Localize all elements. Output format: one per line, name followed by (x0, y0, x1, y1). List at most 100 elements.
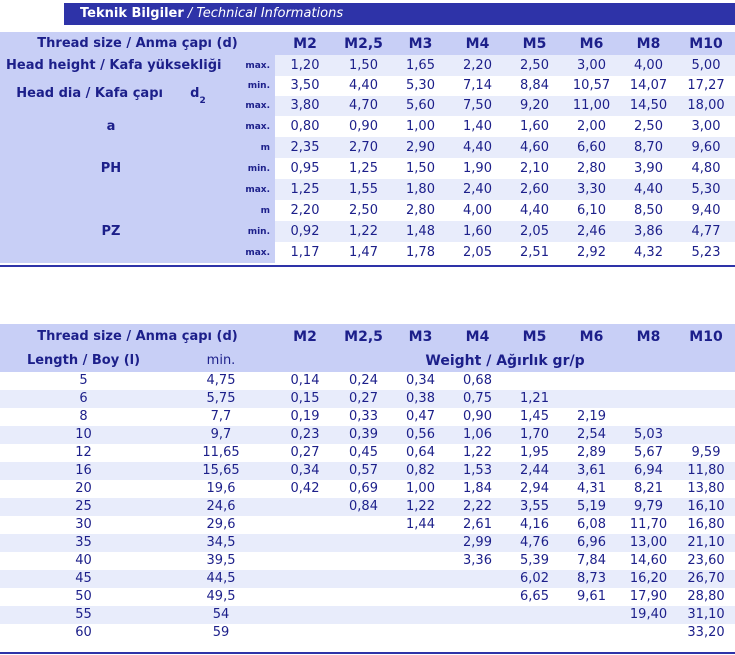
weight-cell (677, 426, 735, 444)
weight-cell: 2,94 (520, 481, 549, 496)
length-label: Length / Boy (l) (0, 349, 167, 372)
t1-cell: 2,50 (349, 202, 378, 218)
t1-cell: 2,05 (463, 244, 492, 260)
weight-cell: 1,21 (506, 390, 564, 408)
t1-cell: 1,65 (392, 55, 450, 76)
weight-cell (620, 624, 677, 642)
t1-cell: 1,22 (335, 221, 393, 242)
head-height-symbol: k (221, 58, 222, 73)
weight-cell: 14,60 (629, 553, 668, 568)
weight-cell: 33,20 (687, 625, 725, 640)
weight-cell: 0,23 (275, 426, 336, 444)
table-row: 10 9,7 0,23 0,39 0,56 1,06 1,70 2,54 5,03 (0, 426, 735, 444)
weight-cell: 0,34 (275, 462, 336, 480)
weight-cell: 0,39 (335, 426, 393, 444)
weight-cell (506, 624, 563, 642)
t1-cell: 3,00 (563, 55, 621, 76)
t1-cell: 2,46 (563, 221, 621, 242)
weight-cell (392, 588, 449, 606)
weight-cell: 5,19 (563, 498, 621, 516)
table-row: 30 29,6 1,44 2,61 4,16 6,08 11,70 16,80 (0, 516, 735, 534)
t1-qualifier: max. (222, 55, 276, 76)
t1-cell: 3,86 (620, 221, 678, 242)
t1-cell: 1,60 (520, 118, 549, 134)
t1-cell: 1,17 (290, 244, 320, 260)
weight-cell: 6,65 (520, 589, 549, 604)
t1-cell: 8,84 (520, 78, 549, 93)
weight-cell: 3,61 (563, 462, 621, 480)
t1-cell: 2,80 (406, 202, 435, 218)
weight-cell: 17,90 (629, 589, 668, 604)
t2-size-header: M2 (275, 324, 336, 349)
t1-cell: 9,20 (506, 96, 564, 116)
min-length-cell: 34,5 (167, 534, 276, 552)
min-length-cell: 7,7 (210, 409, 232, 424)
t2-subheader-row: Length / Boy (l) min. Weight / Ağırlık g… (0, 349, 735, 372)
weight-cell: 0,19 (290, 409, 320, 424)
t1-cell: 11,00 (563, 96, 621, 116)
t1-size-header: M8 (620, 32, 678, 55)
t1-cell: 9,40 (691, 202, 721, 218)
t2-size-header: M3 (392, 324, 450, 349)
t1-cell: 4,40 (620, 179, 678, 200)
length-cell: 55 (0, 606, 167, 624)
t1-qualifier: min. (222, 76, 276, 96)
table-row: 55 54 19,40 31,10 (0, 606, 735, 624)
weight-cell: 1,53 (449, 462, 507, 480)
weight-cell: 1,22 (392, 498, 450, 516)
t1-row-pz-m: PZ m 2,20 2,50 2,80 4,00 4,40 6,10 8,50 … (0, 200, 735, 263)
weight-cell: 4,31 (577, 481, 606, 496)
weight-cell: 26,70 (677, 570, 735, 588)
weight-cell (275, 570, 336, 588)
length-cell: 6 (0, 390, 167, 408)
weight-cell (677, 408, 735, 426)
table-row: 25 24,6 0,84 1,22 2,22 3,55 5,19 9,79 16,10 (0, 498, 735, 516)
t1-cell: 8,70 (620, 137, 678, 158)
weight-cell (335, 570, 393, 588)
technical-table: Thread size / Anma çapı (d) M2 M2,5 M3 M… (0, 32, 735, 263)
t1-cell: 4,32 (634, 244, 663, 260)
weight-cell: 0,57 (335, 462, 393, 480)
weight-cell (620, 408, 677, 426)
weight-cell (335, 606, 393, 624)
weight-cell: 0,33 (349, 409, 378, 424)
weight-cell: 21,10 (677, 534, 735, 552)
t1-cell: 6,10 (577, 202, 606, 218)
t1-cell: 10,57 (572, 78, 611, 93)
t1-cell: 1,80 (392, 179, 450, 200)
weight-cell (275, 534, 336, 552)
t1-cell: 1,50 (406, 160, 435, 176)
weight-cell: 8,73 (563, 570, 621, 588)
weight-cell (677, 390, 735, 408)
head-dia-label: Head dia / Kafa çapı (16, 85, 163, 101)
t1-cell: 2,10 (520, 160, 549, 176)
weight-cell: 9,79 (620, 498, 678, 516)
t1-cell: 4,40 (349, 78, 378, 93)
length-cell: 25 (0, 498, 167, 516)
t1-qualifier: m (222, 137, 276, 158)
t1-cell: 4,70 (335, 96, 393, 116)
t1-cell: 8,50 (634, 202, 663, 218)
table-row: 8 7,7 0,19 0,33 0,47 0,90 1,45 2,19 (0, 408, 735, 426)
t1-cell: 0,80 (290, 118, 320, 134)
length-cell: 30 (75, 517, 92, 532)
weight-cell (677, 372, 735, 390)
weight-cell: 0,24 (349, 373, 378, 388)
min-length-cell: 15,65 (167, 462, 276, 480)
weight-cell: 0,45 (349, 445, 378, 460)
t1-cell: 18,00 (677, 96, 735, 116)
weight-cell: 2,19 (577, 409, 606, 424)
weight-cell: 2,89 (577, 445, 606, 460)
t1-cell: 1,00 (406, 118, 435, 134)
t1-cell: 0,90 (349, 118, 378, 134)
weight-cell: 19,40 (620, 606, 678, 624)
length-cell: 40 (75, 553, 92, 568)
t1-cell: 1,47 (349, 244, 378, 260)
min-length-cell: 49,5 (206, 589, 236, 604)
t2-header-label: Thread size / Anma çapı (d) (0, 324, 276, 349)
t1-row-label: Head height / Kafa yüksekliğik (0, 55, 222, 76)
length-cell: 45 (0, 570, 167, 588)
t1-cell: 3,50 (290, 78, 320, 93)
t1-cell: 7,50 (449, 96, 507, 116)
weight-table: Thread size / Anma çapı (d) M2 M2,5 M3 M… (0, 324, 735, 642)
